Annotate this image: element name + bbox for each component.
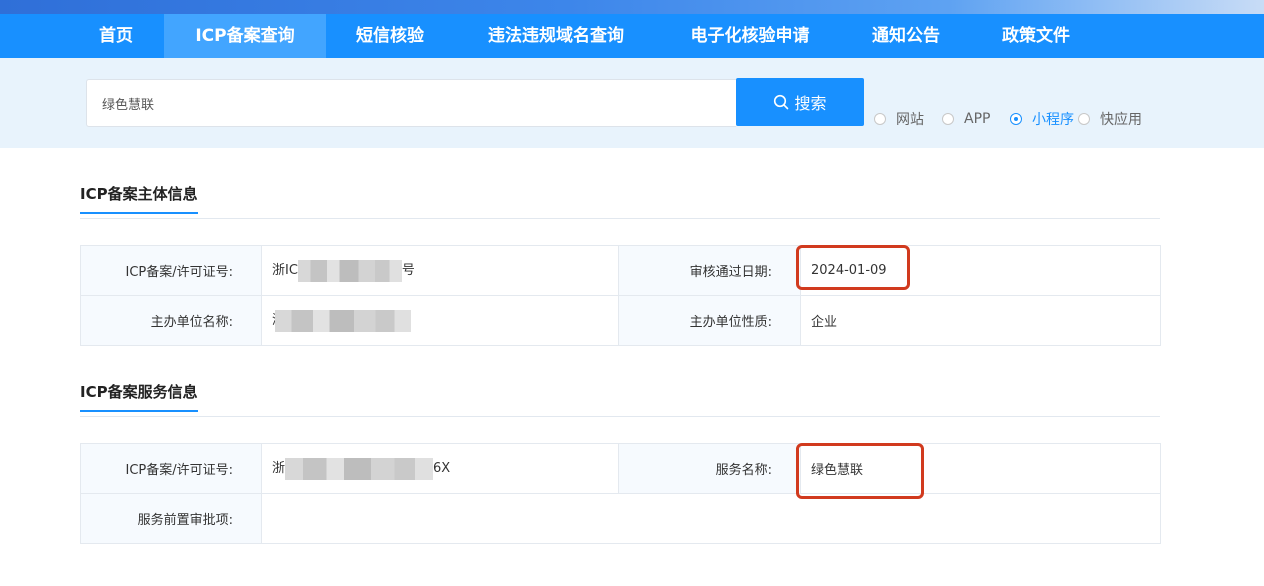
- value-icp-license: 浙IC 号: [261, 245, 619, 296]
- value-prefix: 浙: [272, 461, 286, 477]
- highlight-box-service-name: [796, 443, 924, 499]
- radio-quick-app[interactable]: 快应用: [1078, 109, 1142, 129]
- nav-item-notices[interactable]: 通知公告: [856, 14, 956, 58]
- label-organizer-name: 主办单位名称:: [80, 295, 262, 346]
- service-info-table: ICP备案/许可证号: 浙 6X 服务名称: 绿色慧联 服务前置审批项:: [80, 443, 1161, 544]
- value-organizer-name: 浙: [261, 295, 619, 346]
- redacted-mosaic: [297, 259, 402, 282]
- label-organizer-type: 主办单位性质:: [618, 295, 801, 346]
- label-icp-license: ICP备案/许可证号:: [80, 245, 262, 296]
- value-suffix: 号: [401, 263, 415, 279]
- nav-item-illegal-domain[interactable]: 违法违规域名查询: [470, 14, 642, 58]
- radio-label: APP: [964, 111, 991, 127]
- radio-mini-program[interactable]: 小程序: [1010, 109, 1074, 129]
- highlight-box-date: [796, 245, 910, 290]
- search-band: 搜索 网站 APP 小程序 快应用: [0, 58, 1264, 148]
- search-button-label: 搜索: [794, 94, 827, 113]
- value-organizer-type: 企业: [800, 295, 1161, 346]
- radio-label: 网站: [896, 112, 924, 128]
- search-button[interactable]: 搜索: [736, 78, 864, 126]
- label-service-name: 服务名称:: [618, 443, 801, 494]
- redacted-mosaic: [275, 309, 412, 332]
- label-service-license: ICP备案/许可证号:: [80, 443, 262, 494]
- top-banner-strip: [0, 0, 1264, 14]
- table-row: ICP备案/许可证号: 浙IC 号 审核通过日期: 2024-01-09: [80, 245, 1161, 296]
- section-title-subject: ICP备案主体信息: [80, 183, 198, 214]
- nav-item-icp-query[interactable]: ICP备案查询: [164, 14, 326, 58]
- radio-circle-icon: [1078, 113, 1090, 125]
- table-row: 服务前置审批项:: [80, 493, 1161, 544]
- radio-checked-icon: [1010, 113, 1022, 125]
- section-title-service: ICP备案服务信息: [80, 381, 198, 412]
- radio-circle-icon: [942, 113, 954, 125]
- table-row: 主办单位名称: 浙 主办单位性质: 企业: [80, 295, 1161, 346]
- radio-label: 小程序: [1032, 112, 1074, 128]
- value-pre-approval: [261, 493, 1161, 544]
- search-input[interactable]: [86, 79, 736, 127]
- nav-item-policies[interactable]: 政策文件: [986, 14, 1086, 58]
- nav-item-home[interactable]: 首页: [76, 14, 156, 58]
- search-icon: [774, 94, 789, 110]
- value-service-license: 浙 6X: [261, 443, 619, 494]
- redacted-mosaic: [285, 457, 434, 480]
- nav-item-sms-verify[interactable]: 短信核验: [340, 14, 440, 58]
- subject-info-table: ICP备案/许可证号: 浙IC 号 审核通过日期: 2024-01-09 主办单位…: [80, 245, 1161, 346]
- radio-app[interactable]: APP: [942, 109, 990, 129]
- radio-website[interactable]: 网站: [874, 109, 924, 129]
- nav-item-e-verify[interactable]: 电子化核验申请: [672, 14, 828, 58]
- radio-label: 快应用: [1100, 112, 1142, 128]
- radio-circle-icon: [874, 113, 886, 125]
- label-approval-date: 审核通过日期:: [618, 245, 801, 296]
- section-divider: [80, 416, 1160, 417]
- value-prefix: 浙IC: [272, 263, 298, 279]
- table-row: ICP备案/许可证号: 浙 6X 服务名称: 绿色慧联: [80, 443, 1161, 494]
- main-nav: 首页 ICP备案查询 短信核验 违法违规域名查询 电子化核验申请 通知公告 政策…: [0, 14, 1264, 58]
- label-pre-approval: 服务前置审批项:: [80, 493, 262, 544]
- section-divider: [80, 218, 1160, 219]
- value-suffix: 6X: [433, 461, 451, 477]
